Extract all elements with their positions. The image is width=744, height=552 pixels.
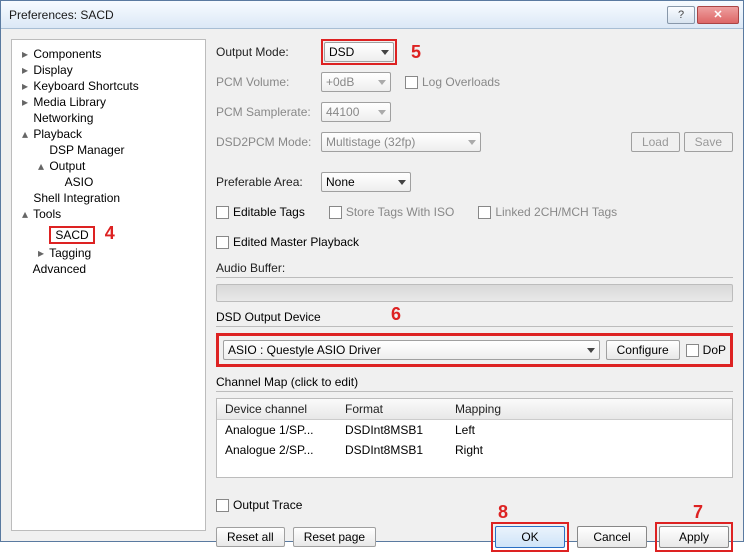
tree-item-components[interactable]: ▸ Components xyxy=(16,46,201,62)
tree-item-advanced[interactable]: Advanced xyxy=(16,261,201,277)
nav-tree[interactable]: ▸ Components▸ Display▸ Keyboard Shortcut… xyxy=(11,39,206,531)
settings-panel: Output Mode: DSD 5 PCM Volume: +0dB Log … xyxy=(216,39,733,531)
channel-map-table[interactable]: Device channel Format Mapping Analogue 1… xyxy=(216,398,733,478)
tree-item-shell-integration[interactable]: Shell Integration xyxy=(16,190,201,206)
dialog-buttons: Reset all Reset page 8 OK Cancel 7 Apply xyxy=(216,522,733,552)
apply-button[interactable]: Apply xyxy=(659,526,729,548)
table-row[interactable]: Analogue 1/SP...DSDInt8MSB1Left xyxy=(217,420,732,440)
tree-item-dsp-manager[interactable]: DSP Manager xyxy=(16,142,201,158)
pcm-samplerate-select: 44100 xyxy=(321,102,391,122)
preferences-window: Preferences: SACD ? ✕ ▸ Components▸ Disp… xyxy=(0,0,744,542)
chevron-down-icon xyxy=(398,180,406,185)
table-header-device: Device channel xyxy=(217,399,337,419)
dsd2pcm-mode-label: DSD2PCM Mode: xyxy=(216,135,321,149)
window-title: Preferences: SACD xyxy=(9,8,667,22)
tree-item-tagging[interactable]: ▸ Tagging xyxy=(16,245,201,261)
tree-item-keyboard-shortcuts[interactable]: ▸ Keyboard Shortcuts xyxy=(16,78,201,94)
output-mode-label: Output Mode: xyxy=(216,45,321,59)
titlebar: Preferences: SACD ? ✕ xyxy=(1,1,743,29)
linked-tags-checkbox: Linked 2CH/MCH Tags xyxy=(478,205,617,219)
tree-item-asio[interactable]: ASIO xyxy=(16,174,201,190)
table-header-mapping: Mapping xyxy=(447,399,732,419)
tree-item-display[interactable]: ▸ Display xyxy=(16,62,201,78)
edited-master-checkbox[interactable]: Edited Master Playback xyxy=(216,235,359,249)
help-button[interactable]: ? xyxy=(667,6,695,24)
annotation-6: 6 xyxy=(391,304,401,325)
tree-item-output[interactable]: ▴ Output xyxy=(16,158,201,174)
tree-item-sacd[interactable]: SACD4 xyxy=(16,222,201,245)
tree-item-playback[interactable]: ▴ Playback xyxy=(16,126,201,142)
reset-all-button[interactable]: Reset all xyxy=(216,527,285,547)
preferable-area-label: Preferable Area: xyxy=(216,175,321,189)
output-mode-select[interactable]: DSD xyxy=(324,42,394,62)
table-row[interactable]: Analogue 2/SP...DSDInt8MSB1Right xyxy=(217,440,732,460)
log-overloads-checkbox: Log Overloads xyxy=(405,75,500,89)
annotation-5: 5 xyxy=(411,42,421,63)
audio-buffer-label: Audio Buffer: xyxy=(216,261,733,275)
chevron-down-icon xyxy=(381,50,389,55)
tree-item-media-library[interactable]: ▸ Media Library xyxy=(16,94,201,110)
preferable-area-select[interactable]: None xyxy=(321,172,411,192)
dsd-output-device-label: DSD Output Device xyxy=(216,310,321,324)
annotation-4: 4 xyxy=(105,223,115,243)
dsd-output-row: ASIO : Questyle ASIO Driver Configure Do… xyxy=(216,333,733,367)
tree-item-tools[interactable]: ▴ Tools xyxy=(16,206,201,222)
table-header-format: Format xyxy=(337,399,447,419)
chevron-down-icon xyxy=(587,348,595,353)
reset-page-button[interactable]: Reset page xyxy=(293,527,376,547)
load-button: Load xyxy=(631,132,680,152)
channel-map-label: Channel Map (click to edit) xyxy=(216,375,358,389)
pcm-volume-label: PCM Volume: xyxy=(216,75,321,89)
output-trace-checkbox[interactable]: Output Trace xyxy=(216,498,302,512)
ok-button[interactable]: OK xyxy=(495,526,565,548)
editable-tags-checkbox[interactable]: Editable Tags xyxy=(216,205,305,219)
store-tags-checkbox: Store Tags With ISO xyxy=(329,205,455,219)
dsd2pcm-mode-select: Multistage (32fp) xyxy=(321,132,481,152)
tree-item-networking[interactable]: Networking xyxy=(16,110,201,126)
close-button[interactable]: ✕ xyxy=(697,6,739,24)
save-button: Save xyxy=(684,132,733,152)
pcm-volume-select: +0dB xyxy=(321,72,391,92)
configure-button[interactable]: Configure xyxy=(606,340,680,360)
dsd-output-device-select[interactable]: ASIO : Questyle ASIO Driver xyxy=(223,340,600,360)
pcm-samplerate-label: PCM Samplerate: xyxy=(216,105,321,119)
cancel-button[interactable]: Cancel xyxy=(577,526,647,548)
audio-buffer-slider[interactable] xyxy=(216,284,733,302)
dop-checkbox[interactable]: DoP xyxy=(686,343,726,357)
